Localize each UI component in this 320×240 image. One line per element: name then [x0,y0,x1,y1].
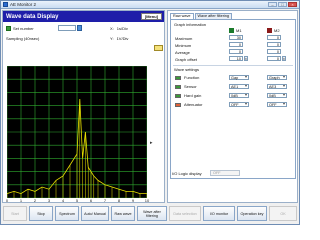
menu-button[interactable]: [Menu] [140,13,162,20]
x-tick-label: 8 [117,198,121,203]
channel-2-header: M2 [267,28,280,33]
channel-2-label: M2 [274,28,280,33]
graph-offset-ch1[interactable]: 10 [229,56,243,61]
x-tick-label: 7 [103,198,107,203]
y-scale-value[interactable]: 1V/Div [117,36,129,41]
io-logic-select[interactable]: OFF [210,170,240,176]
y-label: Y: [110,36,114,41]
x-tick-label: 4 [61,198,65,203]
hard-gain-icon [175,93,181,98]
minimum-label: Minimum [175,43,192,48]
attenuator-row: Attenuator [175,102,202,107]
raw-wave-button[interactable]: Raw wave [111,206,135,221]
attenuator-ch2-select[interactable]: OFF [267,102,287,107]
sensor-icon [175,84,181,89]
x-tick-label: 9 [131,198,135,203]
x-tick-label: 10 [144,198,150,203]
average-ch1[interactable]: 0 [229,49,243,54]
i-o-monitor-button[interactable]: I/O monitor [203,206,235,221]
maximize-icon[interactable]: □ [278,2,287,7]
x-tick-label: 5 [75,198,79,203]
minimize-icon[interactable]: – [268,2,277,7]
wave-display-header: Wave data Display [Menu] [3,11,164,22]
spectrum-button[interactable]: Spectrum [55,206,79,221]
channel-2-icon [267,28,272,33]
channel-1-header: M1 [229,28,242,33]
sensor-row: Sensor [175,84,197,89]
sensor-ch2-select[interactable]: AE3 [267,84,287,89]
average-label: Average [175,50,190,55]
window-controls: – □ × [268,2,297,7]
sampling-label: Sampling (40nsec) [6,36,40,41]
scroll-right-icon[interactable]: ▸ [150,140,153,146]
maximum-ch1[interactable]: 30 [229,35,243,40]
x-tick-label: 2 [33,198,37,203]
hard-gain-ch2-select[interactable]: 0dB [267,93,287,98]
function-label: Function [184,75,200,80]
window-title: AE Monitor 2 [10,2,37,7]
ok-button[interactable]: OK [269,206,297,221]
attenuator-icon [175,102,181,107]
graph-offset-ch2-stepper[interactable]: ± [282,56,286,61]
graph-offset-ch2[interactable]: 0 [267,56,281,61]
set-number-icon [6,26,11,31]
set-number-stepper[interactable] [77,25,82,31]
attenuator-ch1-select[interactable]: OFF [229,102,249,107]
graph-offset-label: Graph offset [175,57,197,62]
x-label: X: [110,26,114,31]
x-tick-label: 1 [19,198,23,203]
x-scale-row: X: 1s/Div [110,26,128,31]
wave-settings-label: Wave settings [174,67,199,72]
folder-icon[interactable] [154,45,163,51]
channel-1-label: M1 [236,28,242,33]
stop-button[interactable]: Stop [29,206,53,221]
wave-after-filtering-button[interactable]: Wave after filtering [137,206,167,221]
function-ch1-select[interactable]: Gap [229,75,249,80]
x-tick-label: 0 [5,198,9,203]
average-ch2[interactable]: 0 [267,49,281,54]
set-number-field[interactable] [58,25,76,31]
attenuator-label: Attenuator [184,102,203,107]
close-icon[interactable]: × [288,2,297,7]
maximum-label: Maximum [175,36,193,41]
x-tick-label: 3 [47,198,51,203]
set-number-row: Set number [6,25,82,31]
sensor-label: Sensor [184,84,197,89]
divider [173,65,293,66]
graph-info-label: Graph information [174,22,207,27]
channel-1-icon [229,28,234,33]
info-panel: Raw wave Wave after filtering Graph info… [167,10,298,203]
wave-display-panel: Wave data Display [Menu] Set number Samp… [2,10,165,203]
wave-graph-svg [7,66,147,198]
app-icon [3,2,8,7]
minimum-ch1[interactable]: 0 [229,42,243,47]
minimum-ch2[interactable]: 0 [267,42,281,47]
io-logic-label: I/O Logic display [172,171,202,176]
graph-offset-ch1-stepper[interactable]: ± [244,56,248,61]
set-number-label: Set number [13,26,34,31]
hard-gain-label: Hard gain [184,93,202,98]
x-scale-value[interactable]: 1s/Div [117,26,128,31]
wave-display-title: Wave data Display [6,13,59,20]
function-row: Function [175,75,199,80]
data-selection-button[interactable]: Data selection [169,206,201,221]
app-window: AE Monitor 2 – □ × Wave data Display [Me… [0,0,300,225]
y-scale-row: Y: 1V/Div [110,36,128,41]
x-axis-ticks: 0 1 2 3 4 5 6 7 8 9 10 [5,198,150,204]
bottom-toolbar: Start Stop Spectrum Auto/ Manual Raw wave Wav… [2,205,298,223]
auto-manual-button[interactable]: Auto/ Manual [81,206,109,221]
wave-graph [7,66,147,198]
maximum-ch2[interactable]: 0 [267,35,281,40]
operation-key-button[interactable]: Operation key [237,206,267,221]
start-button[interactable]: Start [3,206,27,221]
hard-gain-ch1-select[interactable]: 0dB [229,93,249,98]
function-ch2-select[interactable]: Graph [267,75,287,80]
title-bar: AE Monitor 2 – □ × [1,1,299,9]
x-tick-label: 6 [89,198,93,203]
function-icon [175,75,181,80]
io-logic-row: I/O Logic display [172,171,202,176]
hard-gain-row: Hard gain [175,93,201,98]
graph-info-panel: Graph information M1 M2 Maximum 30 0 Min… [170,19,296,179]
sensor-ch1-select[interactable]: AE1 [229,84,249,89]
